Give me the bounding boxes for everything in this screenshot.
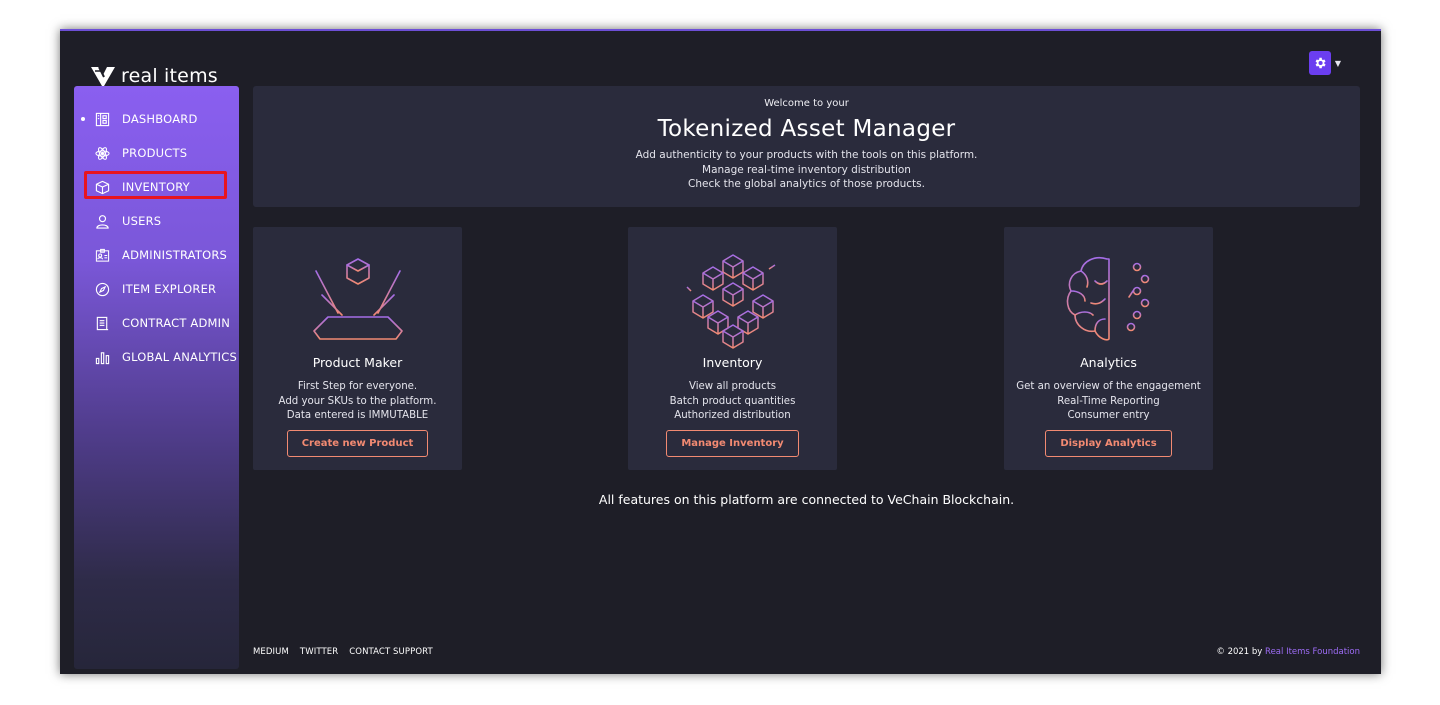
chevron-down-icon[interactable]: ▼ (1335, 59, 1341, 68)
sidebar-item-dashboard[interactable]: DASHBOARD (74, 102, 239, 136)
sidebar-item-products[interactable]: PRODUCTS (74, 136, 239, 170)
welcome-line: Check the global analytics of those prod… (688, 178, 925, 190)
copyright: © 2021 by Real Items Foundation (1216, 647, 1360, 657)
footer-link-medium[interactable]: MEDIUM (253, 647, 289, 657)
bar-chart-icon (94, 349, 110, 365)
box-icon (94, 179, 110, 195)
footer-link-contact-support[interactable]: CONTACT SUPPORT (349, 647, 433, 657)
sidebar-item-global-analytics[interactable]: GLOBAL ANALYTICS (74, 340, 239, 374)
sidebar-item-item-explorer[interactable]: ITEM EXPLORER (74, 272, 239, 306)
sidebar-item-label: PRODUCTS (122, 146, 188, 160)
card-description: View all products Batch product quantiti… (628, 380, 837, 424)
card-line: First Step for everyone. (297, 381, 418, 392)
sidebar-item-administrators[interactable]: ADMINISTRATORS (74, 238, 239, 272)
welcome-description: Add authenticity to your products with t… (253, 148, 1360, 192)
card-line: Real-Time Reporting (1057, 395, 1160, 407)
card-title: Analytics (1080, 355, 1137, 370)
footer-link-twitter[interactable]: TWITTER (300, 647, 338, 657)
sidebar-item-label: USERS (122, 214, 162, 228)
copyright-text: © 2021 by (1216, 647, 1263, 657)
user-icon (94, 213, 110, 229)
footer-links: MEDIUM TWITTER CONTACT SUPPORT (253, 647, 433, 657)
welcome-panel: Welcome to your Tokenized Asset Manager … (253, 86, 1360, 207)
foundation-link[interactable]: Real Items Foundation (1265, 647, 1360, 657)
document-icon (94, 315, 110, 331)
gear-icon (1315, 57, 1326, 69)
cubes-network-icon (685, 254, 775, 349)
sidebar-item-label: GLOBAL ANALYTICS (122, 350, 237, 364)
card-title: Inventory (702, 355, 763, 370)
card-illustration (253, 227, 462, 355)
brain-circuit-icon (1066, 256, 1149, 341)
card-description: Get an overview of the engagement Real-T… (1004, 380, 1213, 424)
card-line: View all products (688, 381, 777, 392)
card-description: First Step for everyone. Add your SKUs t… (253, 380, 462, 424)
welcome-line: Add authenticity to your products with t… (635, 149, 978, 161)
sidebar-item-inventory[interactable]: INVENTORY (74, 170, 239, 204)
card-product-maker: Product Maker First Step for everyone. A… (253, 227, 462, 470)
hologram-cube-icon (312, 258, 403, 340)
card-title: Product Maker (312, 355, 403, 370)
active-indicator (81, 117, 85, 121)
real-items-logo-icon (90, 65, 116, 87)
sidebar-nav: DASHBOARD PRODUCTS INVENTORY USERS ADMIN… (74, 86, 239, 374)
brand-logo[interactable]: real items (90, 65, 218, 87)
welcome-line: Manage real-time inventory distribution (702, 163, 911, 176)
card-analytics: Analytics Get an overview of the engagem… (1004, 227, 1213, 470)
id-card-icon (94, 247, 110, 263)
card-illustration (1004, 227, 1213, 355)
page-title: Tokenized Asset Manager (657, 116, 956, 142)
avatar[interactable] (1308, 51, 1331, 75)
create-new-product-button[interactable]: Create new Product (286, 429, 429, 457)
app-window: real items ▼ DASHBOARD PRODUCTS INVENTOR… (60, 29, 1381, 674)
sidebar-item-label: ITEM EXPLORER (122, 282, 217, 296)
card-line: Data entered is IMMUTABLE (286, 410, 429, 421)
card-line: Get an overview of the engagement (1016, 381, 1201, 392)
card-line: Consumer entry (1067, 410, 1150, 421)
brand-name: real items (121, 65, 218, 87)
sidebar-item-label: INVENTORY (122, 180, 190, 194)
dashboard-icon (94, 111, 110, 127)
sidebar-item-contract-admin[interactable]: CONTRACT ADMIN (74, 306, 239, 340)
welcome-eyebrow: Welcome to your (764, 98, 849, 109)
sidebar-item-label: ADMINISTRATORS (122, 248, 228, 262)
manage-inventory-button[interactable]: Manage Inventory (666, 429, 799, 457)
display-analytics-button[interactable]: Display Analytics (1045, 429, 1172, 457)
compass-icon (94, 281, 110, 297)
user-menu[interactable]: ▼ (1308, 51, 1341, 75)
blockchain-note: All features on this platform are connec… (598, 492, 1015, 507)
sidebar-item-label: CONTRACT ADMIN (122, 316, 231, 330)
card-line: Add your SKUs to the platform. (278, 395, 437, 407)
sidebar-item-label: DASHBOARD (122, 112, 198, 126)
card-inventory: Inventory View all products Batch produc… (628, 227, 837, 470)
atom-icon (94, 145, 110, 161)
sidebar-item-users[interactable]: USERS (74, 204, 239, 238)
card-illustration (628, 227, 837, 355)
card-line: Authorized distribution (674, 410, 791, 421)
card-line: Batch product quantities (669, 395, 796, 407)
sidebar: DASHBOARD PRODUCTS INVENTORY USERS ADMIN… (74, 86, 239, 669)
